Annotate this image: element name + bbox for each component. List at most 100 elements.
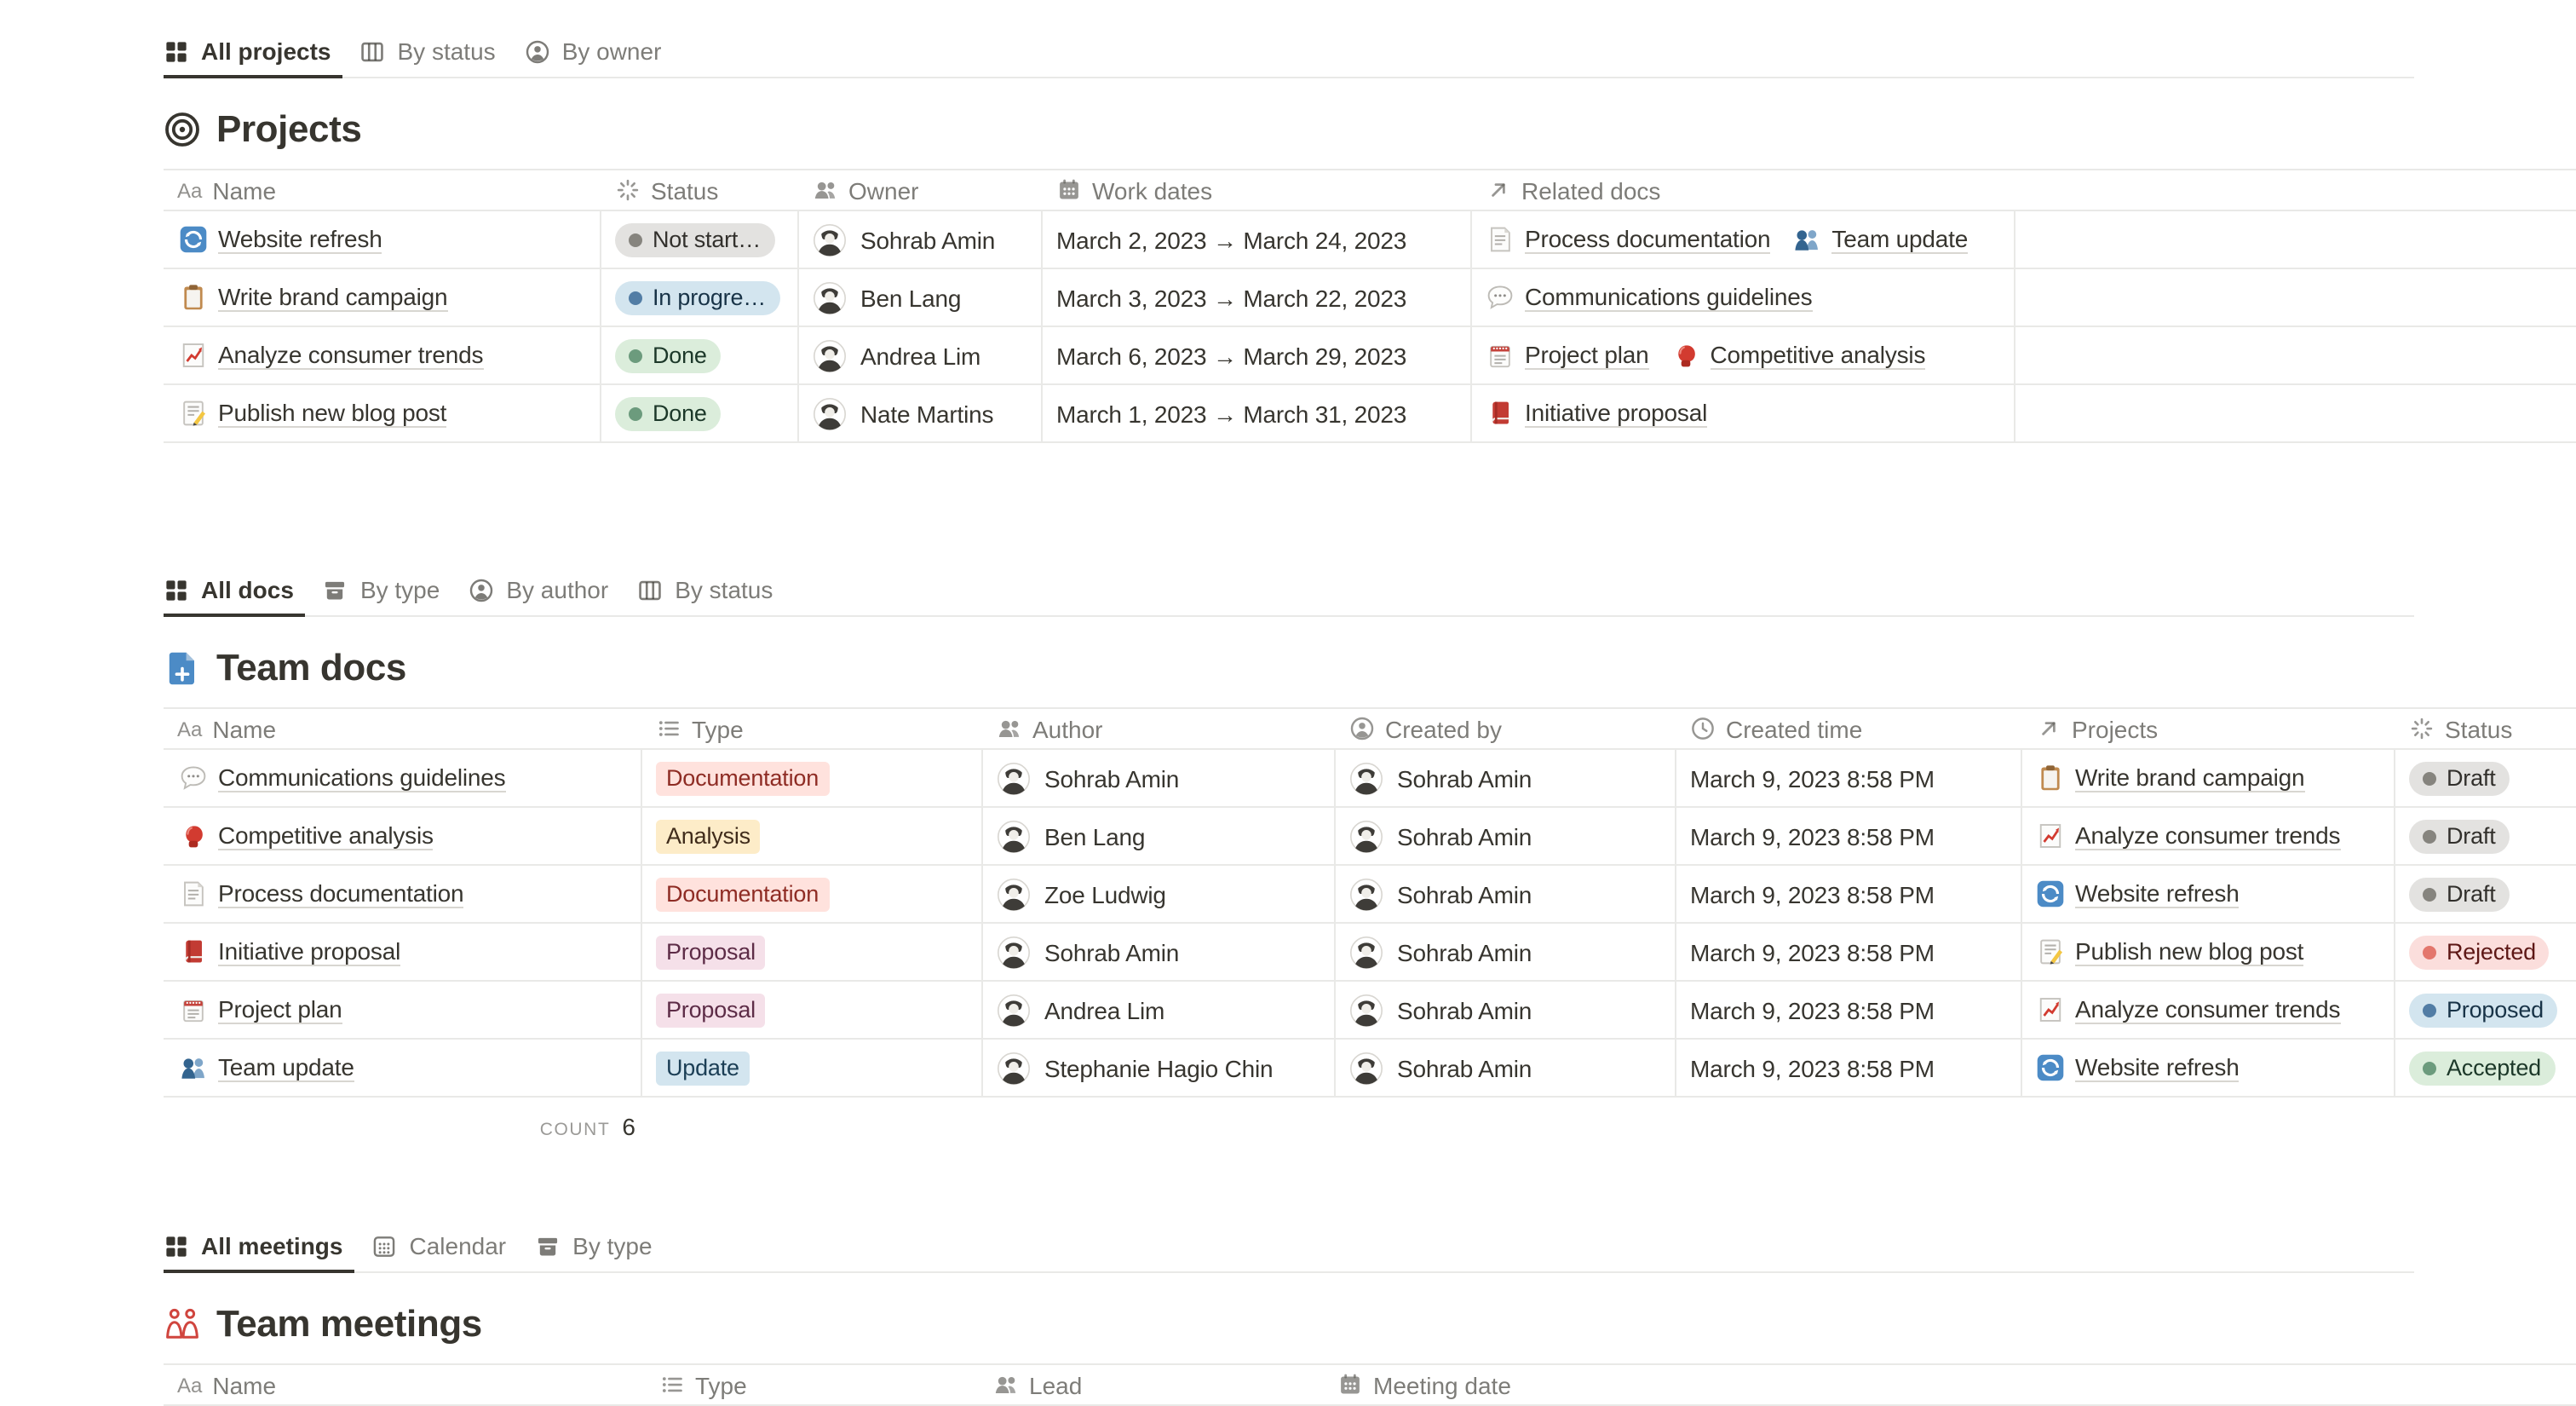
relation-link[interactable]: Process documentation [1486,225,1770,254]
tab-all-projects[interactable]: All projects [164,37,343,78]
column-header-author[interactable]: Author [983,709,1336,748]
column-header-created-by[interactable]: Created by [1336,709,1676,748]
type-tag[interactable]: Documentation [656,761,829,795]
person-chip[interactable]: Stephanie Hagio Chin [997,1051,1273,1085]
relation-link[interactable]: Project plan [1486,341,1648,370]
person-chip[interactable]: Sohrab Amin [1349,935,1532,969]
tab-by-author[interactable]: By author [469,576,620,617]
status-pill[interactable]: Proposed [2409,993,2557,1027]
column-header-type[interactable]: Type [642,709,983,748]
page-link[interactable]: Write brand campaign [179,283,447,312]
projects-title[interactable]: Projects [216,107,361,151]
column-header-type[interactable]: Type [646,1365,980,1404]
page-link[interactable]: Team update [179,1053,354,1082]
type-tag[interactable]: Proposal [656,993,766,1027]
column-header-status[interactable]: Status [2395,709,2576,748]
relation-link-label: Project plan [1525,341,1648,370]
work-dates-value[interactable]: March 3, 2023 → March 22, 2023 [1056,284,1406,311]
column-header-name[interactable]: AaName [164,1365,646,1404]
relation-link[interactable]: Analyze consumer trends [2036,995,2340,1024]
relation-link[interactable]: Team update [1792,225,1968,254]
person-chip[interactable]: Nate Martins [813,396,993,430]
created-time-value[interactable]: March 9, 2023 8:58 PM [1690,938,1935,965]
table-row: Project plan Proposal Andrea Lim Sohrab Ami… [164,982,2576,1040]
tab-calendar[interactable]: Calendar [372,1232,519,1273]
status-pill[interactable]: Done [615,396,721,430]
column-header-label: Author [1032,715,1103,742]
person-chip[interactable]: Andrea Lim [997,993,1164,1027]
status-pill[interactable]: Not start… [615,222,774,256]
relation-link[interactable]: Publish new blog post [2036,937,2303,966]
page-link[interactable]: Website refresh [179,225,382,254]
status-pill[interactable]: Rejected [2409,935,2550,969]
person-chip[interactable]: Sohrab Amin [1349,1051,1532,1085]
column-header-created-time[interactable]: Created time [1676,709,2022,748]
projects-section: All projects By status By owner Projects A… [164,0,2576,443]
column-header-work-dates[interactable]: Work dates [1043,170,1472,210]
created-time-value[interactable]: March 9, 2023 8:58 PM [1690,880,1935,908]
work-dates-value[interactable]: March 6, 2023 → March 29, 2023 [1056,342,1406,369]
column-header-owner[interactable]: Owner [799,170,1043,210]
docs-title[interactable]: Team docs [216,645,406,689]
page-link[interactable]: Process documentation [179,879,463,908]
cell-created-time: March 9, 2023 8:58 PM [1676,866,2022,922]
relation-link[interactable]: Website refresh [2036,1053,2240,1082]
type-tag[interactable]: Proposal [656,935,766,969]
created-time-value[interactable]: March 9, 2023 8:58 PM [1690,996,1935,1023]
created-time-value[interactable]: March 9, 2023 8:58 PM [1690,822,1935,850]
page-link[interactable]: Analyze consumer trends [179,341,483,370]
page-link[interactable]: Competitive analysis [179,821,434,850]
column-header-projects[interactable]: Projects [2022,709,2395,748]
column-header-meeting-date[interactable]: Meeting date [1324,1365,1753,1404]
relation-link[interactable]: Analyze consumer trends [2036,821,2340,850]
relation-link[interactable]: Initiative proposal [1486,399,1707,428]
table-footer-count[interactable]: COUNT 6 [164,1113,642,1147]
person-chip[interactable]: Sohrab Amin [1349,877,1532,911]
person-chip[interactable]: Sohrab Amin [997,935,1179,969]
status-pill[interactable]: Accepted [2409,1051,2555,1085]
page-link[interactable]: Communications guidelines [179,764,505,792]
tab-by-status[interactable]: By status [360,37,508,78]
type-tag[interactable]: Documentation [656,877,829,911]
person-chip[interactable]: Sohrab Amin [997,761,1179,795]
created-time-value[interactable]: March 9, 2023 8:58 PM [1690,764,1935,792]
person-chip[interactable]: Sohrab Amin [1349,819,1532,853]
column-header-lead[interactable]: Lead [980,1365,1324,1404]
person-chip[interactable]: Sohrab Amin [1349,993,1532,1027]
meetings-title[interactable]: Team meetings [216,1301,482,1345]
cell-author: Sohrab Amin [983,924,1336,980]
tab-all-docs[interactable]: All docs [164,576,306,617]
person-chip[interactable]: Andrea Lim [813,338,980,372]
page-link[interactable]: Project plan [179,995,342,1024]
tab-by-status[interactable]: By status [637,576,785,617]
column-header-name[interactable]: AaName [164,709,642,748]
status-pill[interactable]: In progre… [615,280,779,314]
created-time-value[interactable]: March 9, 2023 8:58 PM [1690,1054,1935,1081]
status-pill[interactable]: Draft [2409,761,2510,795]
relation-link[interactable]: Website refresh [2036,879,2240,908]
person-chip[interactable]: Sohrab Amin [1349,761,1532,795]
person-chip[interactable]: Sohrab Amin [813,222,995,256]
status-pill[interactable]: Draft [2409,819,2510,853]
column-header-related-docs[interactable]: Related docs [1472,170,2015,210]
type-tag[interactable]: Analysis [656,819,761,853]
column-header-name[interactable]: AaName [164,170,601,210]
status-pill[interactable]: Draft [2409,877,2510,911]
relation-link[interactable]: Communications guidelines [1486,283,1812,312]
tab-by-type[interactable]: By type [323,576,451,617]
column-header-status[interactable]: Status [601,170,799,210]
work-dates-value[interactable]: March 2, 2023 → March 24, 2023 [1056,226,1406,253]
person-chip[interactable]: Ben Lang [813,280,961,314]
work-dates-value[interactable]: March 1, 2023 → March 31, 2023 [1056,400,1406,427]
status-pill[interactable]: Done [615,338,721,372]
tab-by-type[interactable]: By type [535,1232,664,1273]
person-chip[interactable]: Ben Lang [997,819,1145,853]
tab-by-owner[interactable]: By owner [525,37,674,78]
tab-all-meetings[interactable]: All meetings [164,1232,355,1273]
page-link[interactable]: Initiative proposal [179,937,400,966]
person-chip[interactable]: Zoe Ludwig [997,877,1166,911]
page-link[interactable]: Publish new blog post [179,399,446,428]
type-tag[interactable]: Update [656,1051,750,1085]
relation-link[interactable]: Competitive analysis [1670,341,1925,370]
relation-link[interactable]: Write brand campaign [2036,764,2304,792]
